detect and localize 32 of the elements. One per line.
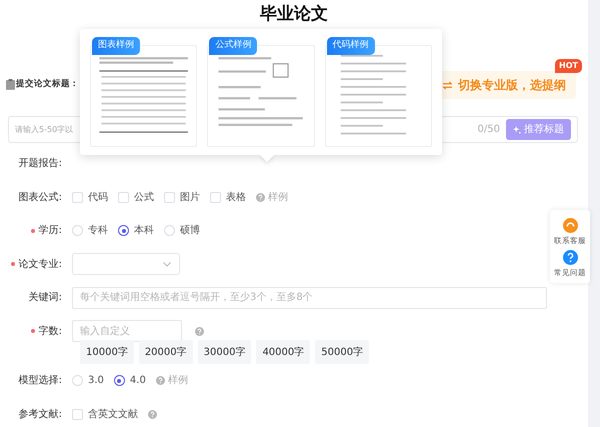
field-label: 提交论文标题： xyxy=(16,78,79,91)
radio-option[interactable]: 4.0 xyxy=(114,373,146,388)
field-label: 论文专业: xyxy=(18,258,62,270)
keywords-field[interactable]: 每个关键词用空格或者逗号隔开，至少3个，至多8个 xyxy=(72,286,547,309)
checkbox-option[interactable]: 表格 xyxy=(210,190,246,205)
checkbox-option[interactable]: 公式 xyxy=(118,190,154,205)
char-counter: 0/50 xyxy=(478,123,500,137)
radio-option[interactable]: 本科 xyxy=(118,223,154,238)
word-count-field[interactable]: 输入自定义 xyxy=(72,320,182,342)
field-label: 模型选择: xyxy=(18,375,62,386)
field-label: 关键词: xyxy=(28,292,62,304)
radio-option[interactable]: 专科 xyxy=(72,223,108,238)
page-title: 毕业论文 xyxy=(259,3,329,26)
word-count-chip[interactable]: 40000字 xyxy=(256,340,310,364)
word-count-chip[interactable]: 50000字 xyxy=(315,340,370,364)
checkbox-option[interactable]: 图片 xyxy=(164,190,200,205)
word-count-chip[interactable]: 10000字 xyxy=(80,340,134,364)
field-label: 图表公式: xyxy=(18,192,62,203)
word-count-chip[interactable]: 30000字 xyxy=(198,340,252,364)
field-label: 字数: xyxy=(38,326,62,337)
radio-option[interactable]: 硕博 xyxy=(164,223,200,238)
radio-option[interactable]: 3.0 xyxy=(72,373,104,388)
word-count-chip[interactable]: 20000字 xyxy=(138,340,193,364)
field-label: 学历: xyxy=(38,225,62,236)
sample-tag: 公式样例 xyxy=(209,37,258,54)
checkbox-option[interactable]: 含英文文献 xyxy=(72,406,138,422)
field-label: 参考文献: xyxy=(18,408,62,420)
sample-tag: 代码样例 xyxy=(326,37,375,54)
sample-tag: 图表样例 xyxy=(92,37,140,54)
hot-badge: HOT xyxy=(555,58,582,72)
field-label: 开题报告: xyxy=(18,158,62,170)
checkbox-option[interactable]: 代码 xyxy=(72,190,108,205)
